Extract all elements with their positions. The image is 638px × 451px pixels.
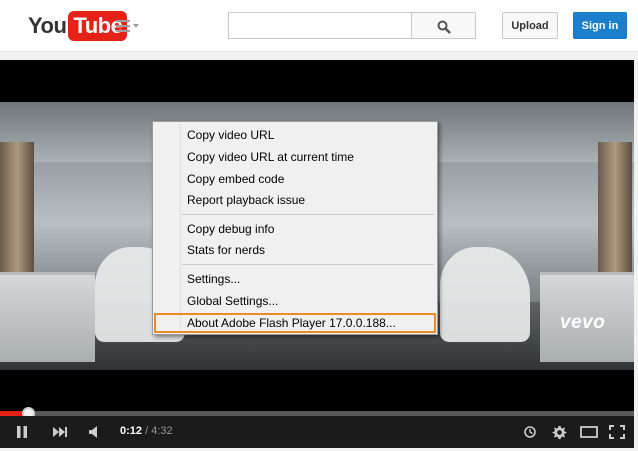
- scene-sideboard: [0, 272, 95, 362]
- logo-text-you: You: [28, 13, 67, 38]
- hamburger-menu-icon[interactable]: [116, 20, 142, 32]
- context-menu-gutter: [180, 124, 181, 332]
- settings-button[interactable]: [549, 416, 569, 448]
- scene-column: [0, 142, 34, 282]
- current-time: 0:12: [120, 425, 143, 437]
- fullscreen-icon: [609, 425, 625, 439]
- menu-item-stats-for-nerds[interactable]: Stats for nerds: [187, 240, 265, 260]
- search-input[interactable]: [228, 12, 412, 39]
- mute-button[interactable]: [84, 416, 106, 448]
- volume-icon: [89, 426, 97, 438]
- scene-horse: [440, 247, 530, 342]
- menu-item-copy-embed-code[interactable]: Copy embed code: [187, 169, 284, 189]
- youtube-logo[interactable]: You Tube: [28, 11, 128, 41]
- next-button[interactable]: [48, 416, 72, 448]
- menu-item-settings[interactable]: Settings...: [187, 269, 240, 289]
- theater-mode-icon: [580, 426, 598, 438]
- context-menu: Copy video URL Copy video URL at current…: [152, 121, 438, 335]
- pause-button[interactable]: [10, 416, 34, 448]
- watch-later-button[interactable]: [520, 416, 540, 448]
- menu-item-global-settings[interactable]: Global Settings...: [187, 291, 278, 311]
- masthead: You Tube Upload Sign in: [0, 0, 638, 52]
- duration: 4:32: [151, 425, 173, 437]
- time-display: 0:12 / 4:32: [120, 425, 173, 437]
- menu-separator: [182, 264, 434, 265]
- menu-item-copy-debug-info[interactable]: Copy debug info: [187, 219, 274, 239]
- clock-icon: [524, 426, 536, 438]
- menu-item-copy-video-url[interactable]: Copy video URL: [187, 125, 274, 145]
- pause-icon: [17, 426, 27, 438]
- sign-in-button[interactable]: Sign in: [573, 12, 627, 39]
- menu-item-report-playback-issue[interactable]: Report playback issue: [187, 190, 305, 210]
- gear-icon: [552, 425, 566, 439]
- upload-button[interactable]: Upload: [502, 12, 558, 39]
- vevo-watermark: vevo: [560, 312, 606, 333]
- time-separator: /: [145, 425, 149, 437]
- search-button[interactable]: [412, 12, 476, 39]
- menu-separator: [182, 214, 434, 215]
- theater-mode-button[interactable]: [578, 416, 600, 448]
- highlight-box: [154, 313, 436, 333]
- next-icon: [53, 427, 67, 437]
- menu-item-copy-video-url-at-time[interactable]: Copy video URL at current time: [187, 147, 354, 167]
- fullscreen-button[interactable]: [606, 416, 628, 448]
- scene-column: [598, 142, 632, 282]
- player-controls: 0:12 / 4:32: [0, 416, 634, 448]
- search-icon: [437, 20, 451, 34]
